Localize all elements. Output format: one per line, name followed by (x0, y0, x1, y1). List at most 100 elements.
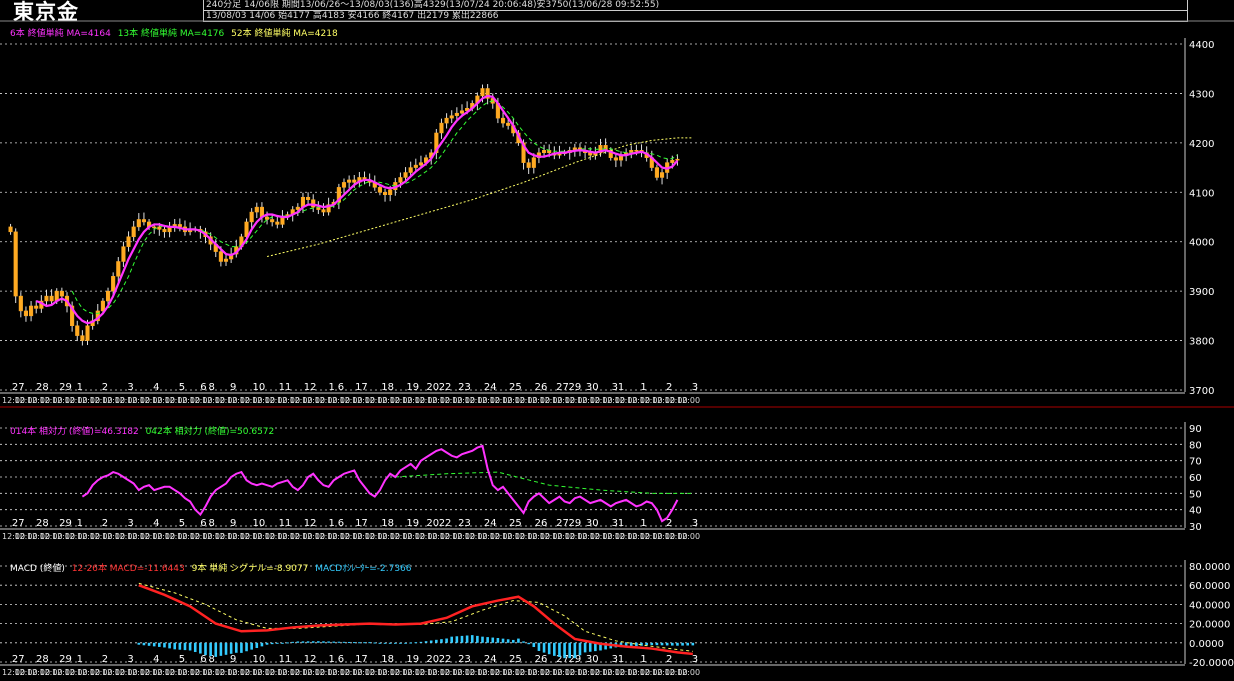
candle-body (459, 110, 465, 114)
price-time-label: 12:00 (677, 396, 700, 405)
rsi-date-label: 26 (535, 518, 548, 529)
macd-histogram-bar (547, 642, 551, 655)
rsi-date-label: 6 (200, 518, 206, 529)
ma6-line (35, 94, 679, 325)
rsi-date-label: 6 (338, 518, 344, 529)
macd-histogram-bar (542, 642, 546, 653)
price-date-label: 24 (484, 382, 497, 393)
price-date-label: 23 (458, 382, 471, 393)
macd-histogram-bar (147, 642, 151, 646)
macd-histogram-bar (229, 642, 233, 654)
macd-tick-label: 20.0000 (1189, 620, 1230, 631)
candle-body (341, 182, 347, 188)
macd-histogram-bar (419, 641, 423, 643)
macd-histogram-bar (455, 636, 459, 643)
candle-body (500, 117, 506, 124)
rsi-tick-label: 90 (1189, 424, 1202, 435)
candle-body (670, 159, 675, 163)
macd-histogram-bar (511, 639, 515, 643)
macd-histogram-bar (450, 636, 454, 643)
candle-body (18, 295, 23, 312)
candle-body (34, 305, 39, 309)
price-date-label: 9 (230, 382, 236, 393)
rsi-date-label: 17 (355, 518, 368, 529)
macd-date-label: 19 (406, 654, 419, 665)
candle-body (388, 189, 393, 196)
macd-date-label: 20 (426, 654, 439, 665)
rsi42-legend: 042本 相対力 (終値)=50.6572 (145, 427, 275, 437)
candle-body (408, 167, 413, 173)
macd-histogram-bar (178, 642, 182, 650)
price-date-label: 10 (252, 382, 265, 393)
rsi-date-label: 12 (304, 518, 317, 529)
rsi-date-label: 29 (59, 518, 72, 529)
price-date-label: 22 (439, 382, 452, 393)
macd-date-label: 10 (252, 654, 265, 665)
macd-tick-label: 60.0000 (1189, 581, 1230, 592)
macd-histogram-bar (496, 638, 500, 643)
candle-body (531, 157, 536, 168)
price-date-label: 12 (304, 382, 317, 393)
macd-date-label: 9 (230, 654, 236, 665)
macd-histogram-bar (424, 641, 428, 643)
macd-histogram-bar (573, 642, 577, 659)
rsi-date-label: 9 (230, 518, 236, 529)
macd-histogram-bar (301, 641, 305, 643)
price-date-label: 1 (329, 382, 335, 393)
candle-body (377, 187, 382, 193)
macd-histogram-bar (358, 642, 361, 644)
price-date-label: 27 (12, 382, 25, 393)
rsi-date-label: 24 (484, 518, 497, 529)
macd-histogram-bar (199, 642, 202, 654)
price-date-label: 4 (153, 382, 159, 393)
ma6-legend: 6本 終値単純 MA=4164 (10, 29, 111, 39)
macd-legend: MACD (終値) 12-26本 MACD=-11.6443 9本 単純 シグナ… (10, 561, 416, 574)
rsi-date-label: 2 (666, 518, 672, 529)
macd-histogram-bar (440, 639, 443, 643)
macd-date-label: 27 (12, 654, 25, 665)
macd-date-label: 23 (458, 654, 471, 665)
macd-histogram-bar (311, 641, 315, 643)
macd-histogram-bar (332, 641, 336, 643)
macd-histogram-bar (168, 642, 171, 649)
ma13-legend: 13本 終値単純 MA=4176 (117, 29, 225, 39)
macd-title-legend: MACD (終値) (10, 564, 65, 574)
rsi-date-label: 10 (252, 518, 265, 529)
macd-histogram-bar (409, 642, 412, 644)
macd-histogram-bar (378, 642, 382, 644)
macd-date-label: 31 (612, 654, 625, 665)
candle-body (439, 122, 444, 134)
macd-histogram-bar (465, 635, 469, 643)
macd-line-legend: 12-26本 MACD=-11.6443 (71, 564, 185, 574)
candle-body (126, 236, 131, 247)
candle-body (295, 206, 300, 210)
rsi-tick-label: 60 (1189, 473, 1202, 484)
macd-date-label: 4 (153, 654, 159, 665)
macd-histogram-bar (404, 642, 407, 644)
macd-histogram-bar (276, 642, 279, 644)
rsi14-legend: 014本 相対力 (終値)=46.3182 (10, 427, 139, 437)
macd-histogram-bar (250, 642, 253, 650)
price-date-label: 31 (612, 382, 625, 393)
price-tick-label: 4000 (1189, 238, 1214, 249)
macd-histogram-bar (588, 642, 592, 652)
candle-body (675, 158, 680, 161)
macd-histogram-bar (650, 642, 654, 646)
macd-histogram-bar (671, 642, 674, 646)
macd-histogram-bar (163, 642, 166, 648)
macd-histogram-bar (655, 642, 659, 646)
macd-histogram-bar (481, 636, 484, 643)
price-date-label: 19 (406, 382, 419, 393)
ma13-line (71, 100, 678, 314)
macd-histogram-bar (506, 639, 510, 643)
macd-date-label: 11 (279, 654, 292, 665)
rsi-date-label: 4 (153, 518, 159, 529)
macd-histogram-bar (558, 642, 561, 658)
macd-histogram-bar (686, 642, 689, 646)
macd-histogram-bar (635, 642, 638, 647)
candle-body (506, 122, 511, 126)
macd-histogram-bar (676, 642, 679, 646)
macd-date-label: 28 (36, 654, 49, 665)
macd-histogram-bar (435, 639, 438, 643)
rsi-legend: 014本 相対力 (終値)=46.3182 042本 相対力 (終値)=50.6… (10, 424, 278, 437)
